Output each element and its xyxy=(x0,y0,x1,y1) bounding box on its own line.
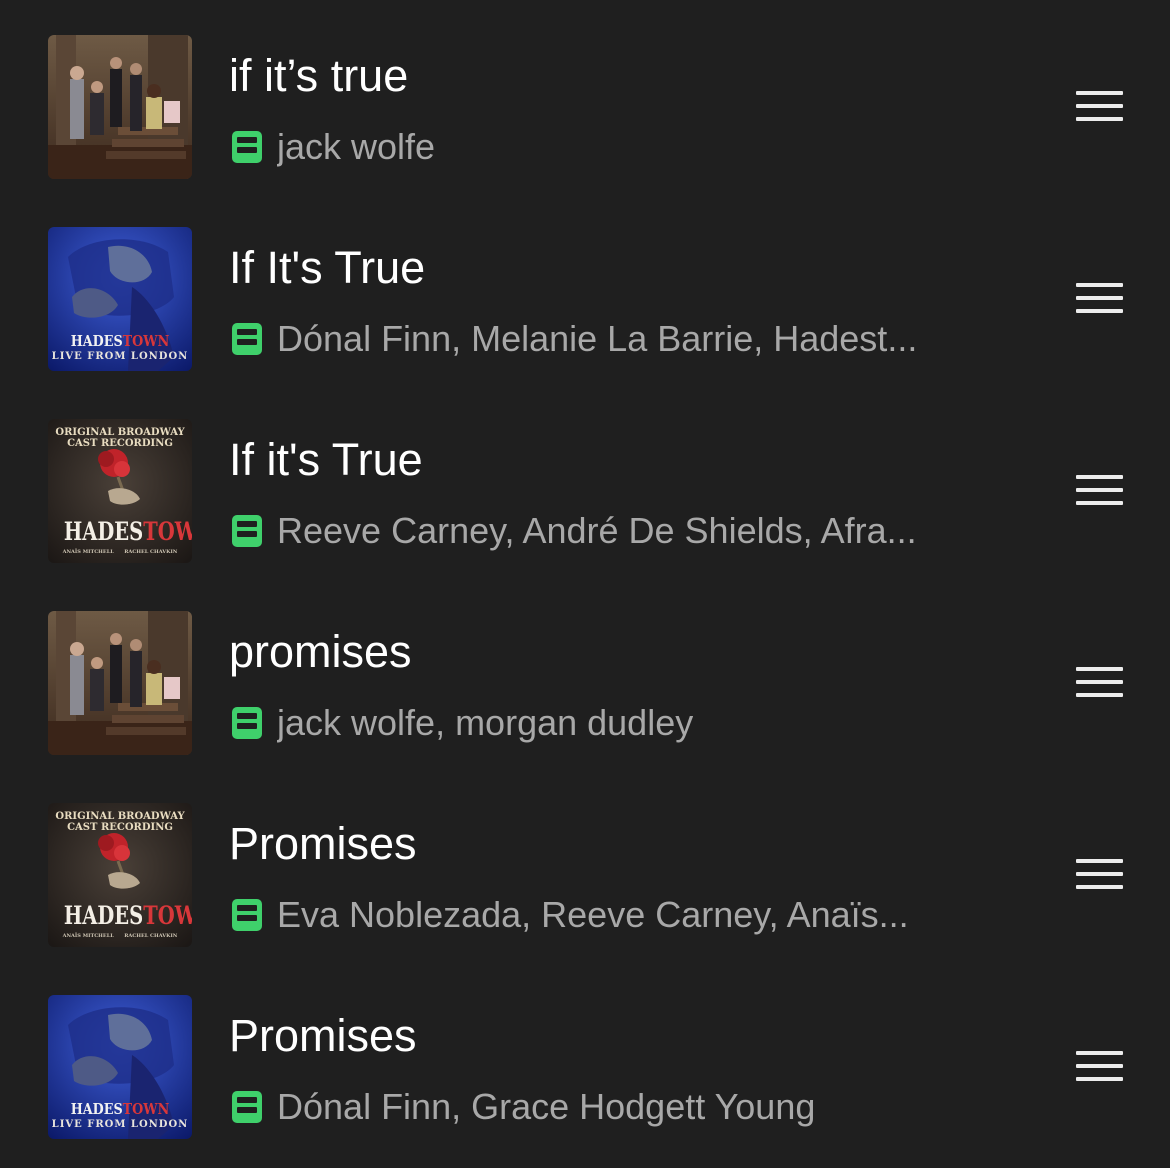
track-row[interactable]: if it’s true jack wolfe xyxy=(0,0,1170,192)
track-artists: Reeve Carney, André De Shields, Afra... xyxy=(277,510,917,551)
green-list-icon xyxy=(232,323,262,355)
album-art: ORIGINAL BROADWAYCAST RECORDING HADESTOW… xyxy=(48,803,192,947)
drag-handle-icon[interactable] xyxy=(1076,91,1123,121)
track-subtitle: jack wolfe, morgan dudley xyxy=(229,697,969,749)
track-title: If it's True xyxy=(229,434,423,485)
album-art: ORIGINAL BROADWAYCAST RECORDING HADESTOW… xyxy=(48,419,192,563)
track-row[interactable]: ORIGINAL BROADWAYCAST RECORDING HADESTOW… xyxy=(0,384,1170,576)
track-title: promises xyxy=(229,626,412,677)
album-art-title: HADESTOWN xyxy=(63,901,192,930)
drag-handle-icon[interactable] xyxy=(1076,1051,1123,1081)
album-art-credits: ANAÏS MITCHELL RACHEL CHAVKIN xyxy=(62,549,178,555)
album-art-credits: ANAÏS MITCHELL RACHEL CHAVKIN xyxy=(62,933,178,939)
track-row[interactable]: HADESTOWN LIVE FROM LONDON Promises Dóna… xyxy=(0,960,1170,1152)
track-artists: jack wolfe xyxy=(277,126,436,167)
album-art-subtitle: LIVE FROM LONDON xyxy=(51,1119,189,1130)
green-list-icon xyxy=(232,707,262,739)
drag-handle-icon[interactable] xyxy=(1076,475,1123,505)
album-art xyxy=(48,35,192,179)
track-subtitle: Dónal Finn, Melanie La Barrie, Hadest... xyxy=(229,313,969,365)
album-art-title: HADESTOWN xyxy=(63,517,192,546)
track-artists: Dónal Finn, Melanie La Barrie, Hadest... xyxy=(277,318,918,359)
green-list-icon xyxy=(232,899,262,931)
track-list: if it’s true jack wolfe HADESTOWN LIVE F… xyxy=(0,0,1170,1168)
drag-handle-icon[interactable] xyxy=(1076,667,1123,697)
track-row[interactable]: ORIGINAL BROADWAYCAST RECORDING HADESTOW… xyxy=(0,768,1170,960)
drag-handle-icon[interactable] xyxy=(1076,859,1123,889)
track-title: Promises xyxy=(229,818,417,869)
track-subtitle: Reeve Carney, André De Shields, Afra... xyxy=(229,505,969,557)
album-art-title: HADESTOWN xyxy=(70,332,170,350)
album-art-caption: ORIGINAL BROADWAY CAST RECORDING xyxy=(55,427,185,449)
drag-handle-icon[interactable] xyxy=(1076,283,1123,313)
track-artists: jack wolfe, morgan dudley xyxy=(277,702,694,743)
album-art: HADESTOWN LIVE FROM LONDON xyxy=(48,227,192,371)
album-art-caption: ORIGINAL BROADWAY CAST RECORDING xyxy=(55,811,185,833)
track-subtitle: Eva Noblezada, Reeve Carney, Anaïs... xyxy=(229,889,969,941)
album-art xyxy=(48,611,192,755)
album-art-subtitle: LIVE FROM LONDON xyxy=(51,351,189,362)
track-subtitle: jack wolfe xyxy=(229,121,969,173)
track-title: if it’s true xyxy=(229,50,409,101)
track-artists: Dónal Finn, Grace Hodgett Young xyxy=(277,1086,816,1127)
track-title: Promises xyxy=(229,1010,417,1061)
track-artists: Eva Noblezada, Reeve Carney, Anaïs... xyxy=(277,894,909,935)
green-list-icon xyxy=(232,515,262,547)
track-row[interactable]: promises jack wolfe, morgan dudley xyxy=(0,576,1170,768)
green-list-icon xyxy=(232,1091,262,1123)
track-row[interactable]: HADESTOWN LIVE FROM LONDON If It's True … xyxy=(0,192,1170,384)
green-list-icon xyxy=(232,131,262,163)
track-title: If It's True xyxy=(229,242,426,293)
album-art-title: HADESTOWN xyxy=(70,1100,170,1118)
track-subtitle: Dónal Finn, Grace Hodgett Young xyxy=(229,1081,969,1133)
album-art: HADESTOWN LIVE FROM LONDON xyxy=(48,995,192,1139)
